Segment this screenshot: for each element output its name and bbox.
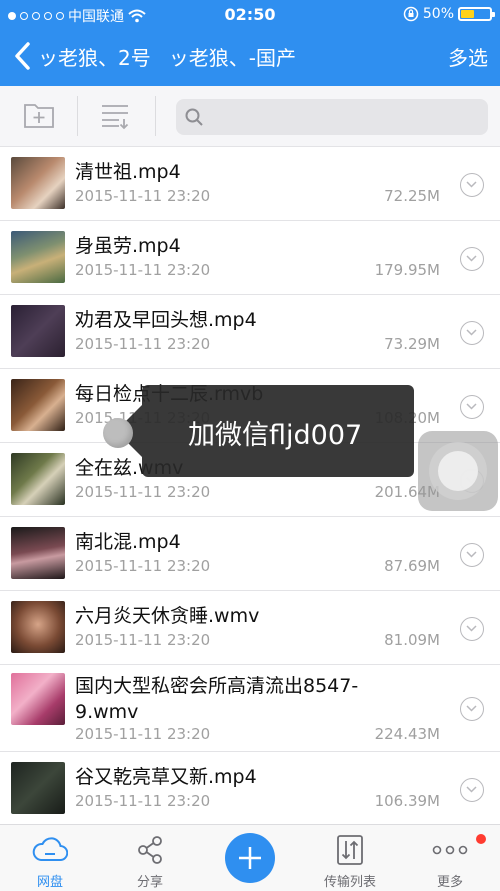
tab-bar: 网盘 分享 传输列表 更多	[0, 824, 500, 891]
video-thumbnail	[11, 527, 65, 579]
file-name: 国内大型私密会所高清流出8547-9.wmv	[75, 675, 359, 723]
assistive-touch-button[interactable]	[418, 431, 498, 511]
more-dots-icon	[432, 845, 468, 855]
back-chevron-icon[interactable]	[10, 40, 36, 72]
file-row[interactable]: 国内大型私密会所高清流出8547-9.wmv 2015-11-11 23:20 …	[0, 665, 500, 752]
file-size: 72.25M	[384, 187, 440, 205]
file-date: 2015-11-11 23:20	[75, 187, 211, 205]
status-bar: 中国联通 02:50 50%	[0, 0, 500, 30]
transfer-icon	[337, 835, 363, 865]
assistive-center	[438, 451, 478, 491]
video-thumbnail	[11, 157, 65, 209]
cloud-icon	[32, 837, 68, 862]
file-name: 六月炎天休贪睡.wmv	[75, 605, 260, 627]
file-size: 224.43M	[374, 725, 440, 743]
plus-icon	[239, 847, 261, 869]
file-row[interactable]: 南北混.mp4 2015-11-11 23:20 87.69M	[0, 517, 500, 591]
file-name: 身虽劳.mp4	[75, 235, 181, 257]
file-date: 2015-11-11 23:20	[75, 483, 211, 501]
chevron-down-icon[interactable]	[460, 247, 484, 271]
search-icon	[185, 108, 203, 126]
file-date: 2015-11-11 23:20	[75, 557, 211, 575]
file-date: 2015-11-11 23:20	[75, 261, 211, 279]
file-size: 179.95M	[374, 261, 440, 279]
chevron-down-icon[interactable]	[460, 617, 484, 641]
file-name: 清世祖.mp4	[75, 161, 181, 183]
search-box[interactable]	[176, 99, 488, 135]
chevron-down-icon[interactable]	[460, 395, 484, 419]
upload-plus-button[interactable]	[225, 833, 275, 883]
file-row[interactable]: 六月炎天休贪睡.wmv 2015-11-11 23:20 81.09M	[0, 591, 500, 665]
battery-fill	[461, 10, 474, 18]
video-thumbnail	[11, 601, 65, 653]
tab-disk[interactable]: 网盘	[0, 825, 100, 891]
rotation-lock-icon	[403, 6, 419, 22]
chevron-down-icon[interactable]	[460, 697, 484, 721]
toolbar-divider	[77, 96, 78, 136]
video-thumbnail	[11, 453, 65, 505]
file-name: 谷又乾亮草又新.mp4	[75, 766, 257, 788]
chevron-down-icon[interactable]	[460, 778, 484, 802]
breadcrumb-current: ッ老狼、-国产	[168, 46, 296, 70]
video-thumbnail	[11, 305, 65, 357]
tab-share[interactable]: 分享	[100, 825, 200, 891]
pointer-dot	[103, 418, 133, 448]
file-date: 2015-11-11 23:20	[75, 792, 211, 810]
battery-icon	[458, 7, 495, 21]
battery-percent: 50%	[422, 6, 454, 22]
tab-more[interactable]: 更多	[400, 825, 500, 891]
toolbar-divider	[155, 96, 156, 136]
search-input[interactable]	[212, 105, 476, 131]
video-thumbnail	[11, 673, 65, 725]
sort-list-icon[interactable]	[99, 98, 133, 132]
tab-transfer[interactable]: 传输列表	[300, 825, 400, 891]
breadcrumb: ッ老狼、2号 ッ老狼、-国产	[38, 42, 296, 71]
file-size: 81.09M	[384, 631, 440, 649]
multi-select-button[interactable]: 多选	[448, 42, 488, 71]
file-row[interactable]: 谷又乾亮草又新.mp4 2015-11-11 23:20 106.39M	[0, 752, 500, 826]
file-row[interactable]: 清世祖.mp4 2015-11-11 23:20 72.25M	[0, 147, 500, 221]
tab-label: 更多	[436, 875, 463, 890]
new-folder-icon[interactable]	[22, 98, 56, 132]
title-bar: ッ老狼、2号 ッ老狼、-国产 多选	[0, 36, 500, 78]
file-row[interactable]: 身虽劳.mp4 2015-11-11 23:20 179.95M	[0, 221, 500, 295]
video-thumbnail	[11, 379, 65, 431]
video-thumbnail	[11, 762, 65, 814]
top-bar: 中国联通 02:50 50% ッ老狼、2号 ッ老狼、-国产 多选	[0, 0, 500, 86]
file-size: 73.29M	[384, 335, 440, 353]
file-row[interactable]: 劝君及早回头想.mp4 2015-11-11 23:20 73.29M	[0, 295, 500, 369]
video-thumbnail	[11, 231, 65, 283]
chevron-down-icon[interactable]	[460, 321, 484, 345]
tab-label: 分享	[136, 875, 163, 890]
file-size: 87.69M	[384, 557, 440, 575]
chevron-down-icon[interactable]	[460, 173, 484, 197]
file-date: 2015-11-11 23:20	[75, 631, 211, 649]
file-date: 2015-11-11 23:20	[75, 725, 211, 743]
notification-badge	[476, 834, 486, 844]
overlay-toast: 加微信fljd007	[116, 385, 414, 477]
breadcrumb-parent[interactable]: ッ老狼、2号	[38, 42, 151, 71]
tab-label: 传输列表	[323, 875, 376, 890]
file-date: 2015-11-11 23:20	[75, 335, 211, 353]
status-right: 50%	[403, 6, 495, 22]
file-size: 106.39M	[374, 792, 440, 810]
share-icon	[138, 836, 162, 864]
file-name: 劝君及早回头想.mp4	[75, 309, 257, 331]
file-name: 南北混.mp4	[75, 531, 181, 553]
file-toolbar	[0, 86, 500, 147]
chevron-down-icon[interactable]	[460, 543, 484, 567]
tab-label: 网盘	[36, 875, 63, 890]
toast-text: 加微信fljd007	[188, 420, 363, 451]
